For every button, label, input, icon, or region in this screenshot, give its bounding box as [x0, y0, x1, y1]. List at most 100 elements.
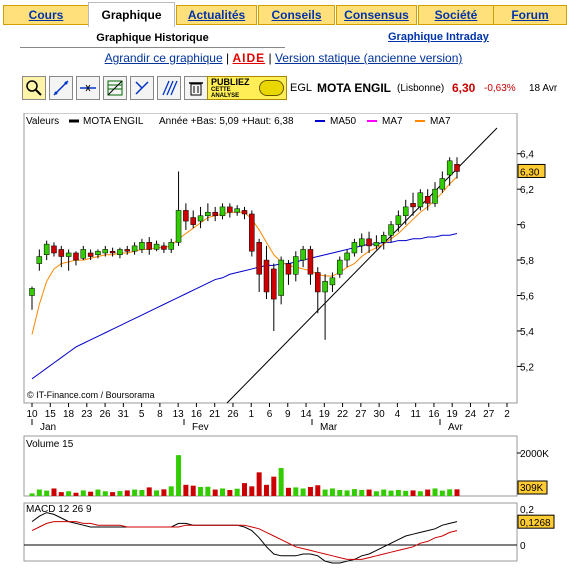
volume-bar: [388, 490, 394, 496]
volume-bar: [110, 492, 116, 496]
volume-bar: [168, 486, 174, 496]
x-tick-label: 2: [504, 409, 510, 420]
macd-panel-frame: [23, 502, 518, 562]
volume-bar: [80, 490, 86, 496]
volume-bar: [417, 491, 423, 496]
tab-forum[interactable]: Forum: [493, 5, 567, 25]
candle-body: [212, 211, 218, 217]
x-tick-label: 11: [410, 409, 421, 420]
volume-bar: [403, 490, 409, 496]
trash-icon[interactable]: [184, 76, 208, 100]
candle-body: [307, 249, 314, 275]
candle-body: [183, 210, 189, 222]
legend-ma50: MA50: [330, 116, 357, 127]
publish-label-3: ANALYSE: [211, 93, 240, 99]
x-tick-label: 23: [81, 409, 93, 420]
x-tick-label: 13: [173, 409, 185, 420]
x-tick-label: 5: [139, 409, 145, 420]
volume-bar: [132, 489, 138, 496]
x-tick-label: 10: [26, 409, 38, 420]
volume-bar: [139, 489, 145, 496]
volume-bar: [88, 491, 94, 496]
volume-bar: [58, 492, 64, 496]
x-tick-label: 15: [45, 409, 57, 420]
static-version-link[interactable]: Version statique (ancienne version): [275, 51, 462, 65]
volume-bar: [242, 483, 247, 496]
x-tick-label: 9: [285, 409, 291, 420]
macd-tick-top: 0,2: [520, 505, 534, 516]
tab-intraday[interactable]: Graphique Intraday: [388, 31, 489, 43]
candle-body: [87, 252, 94, 257]
volume-bar: [95, 489, 101, 496]
volume-bar: [249, 486, 255, 496]
candle-body: [43, 243, 50, 256]
tab-cours[interactable]: Cours: [3, 5, 89, 25]
quote-change: -0,63%: [484, 83, 516, 94]
candle-body: [161, 245, 167, 250]
fibonacci-icon[interactable]: [103, 76, 127, 100]
multi-line-icon[interactable]: [157, 76, 181, 100]
hline-icon[interactable]: [76, 76, 100, 100]
price-tick-label: 6,2: [520, 185, 534, 196]
volume-bar: [300, 488, 306, 496]
candle-body: [285, 263, 292, 275]
speech-bubble-icon: [259, 80, 284, 96]
candle-body: [380, 235, 387, 243]
candle-body: [300, 249, 306, 261]
candle-body: [102, 249, 109, 254]
enlarge-chart-link[interactable]: Agrandir ce graphique: [105, 51, 223, 65]
volume-bar: [102, 491, 108, 496]
macd-current-label: 0,1268: [520, 518, 551, 529]
candle-body: [395, 215, 402, 225]
candle-body: [439, 178, 446, 190]
x-tick-label: 16: [428, 409, 440, 420]
candle-body: [109, 250, 116, 254]
candle-body: [446, 160, 453, 176]
x-tick-label: 16: [191, 409, 203, 420]
x-tick-label: 24: [465, 409, 477, 420]
zoom-icon[interactable]: [22, 76, 46, 100]
volume-bar: [176, 455, 182, 496]
help-link[interactable]: AIDE: [232, 51, 265, 65]
volume-bar: [263, 484, 269, 496]
x-tick-label: 4: [395, 409, 401, 420]
x-tick-label: 22: [337, 409, 349, 420]
candle-body: [139, 242, 145, 250]
volume-bar: [183, 484, 189, 496]
candle-body: [73, 252, 79, 261]
candle-body: [322, 281, 328, 293]
candle-body: [95, 250, 101, 256]
x-tick-label: 27: [483, 409, 495, 420]
volume-bar: [337, 489, 343, 496]
x-tick-label: 19: [447, 409, 459, 420]
tab-actualits[interactable]: Actualités: [176, 5, 257, 25]
candle-body: [249, 213, 255, 252]
quote-name: MOTA ENGIL: [317, 81, 391, 95]
separator: |: [226, 51, 230, 65]
x-tick-label: 6: [267, 409, 273, 420]
tab-historique[interactable]: Graphique Historique: [20, 29, 285, 48]
volume-bar: [278, 468, 284, 496]
tab-socit[interactable]: Société: [418, 5, 494, 25]
publish-analysis-button[interactable]: PUBLIEZ CETTE ANALYSE: [207, 76, 287, 100]
quote-price: 6,30: [452, 81, 476, 95]
x-tick-label: 30: [374, 409, 386, 420]
chart-area: Valeurs MOTA ENGIL Année +Bas: 5,09 +Haut:…: [22, 112, 557, 566]
tab-conseils[interactable]: Conseils: [258, 5, 335, 25]
tab-graphique[interactable]: Graphique: [88, 2, 175, 27]
candle-body: [124, 249, 131, 252]
volume-panel-frame: [23, 435, 518, 497]
trendline-icon[interactable]: [49, 76, 73, 100]
volume-bar: [432, 488, 438, 496]
stock-chart[interactable]: Valeurs MOTA ENGIL Année +Bas: 5,09 +Haut:…: [22, 112, 557, 566]
volume-bar: [329, 488, 335, 496]
tab-consensus[interactable]: Consensus: [336, 5, 417, 25]
current-price-label: 6,30: [520, 167, 540, 178]
x-tick-label: 31: [118, 409, 130, 420]
quote-ticker: EGL: [290, 82, 313, 94]
volume-bar: [307, 486, 313, 496]
volume-bar: [205, 486, 211, 496]
arrows-icon[interactable]: [130, 76, 154, 100]
volume-bar: [315, 485, 321, 496]
volume-bar: [351, 489, 357, 496]
